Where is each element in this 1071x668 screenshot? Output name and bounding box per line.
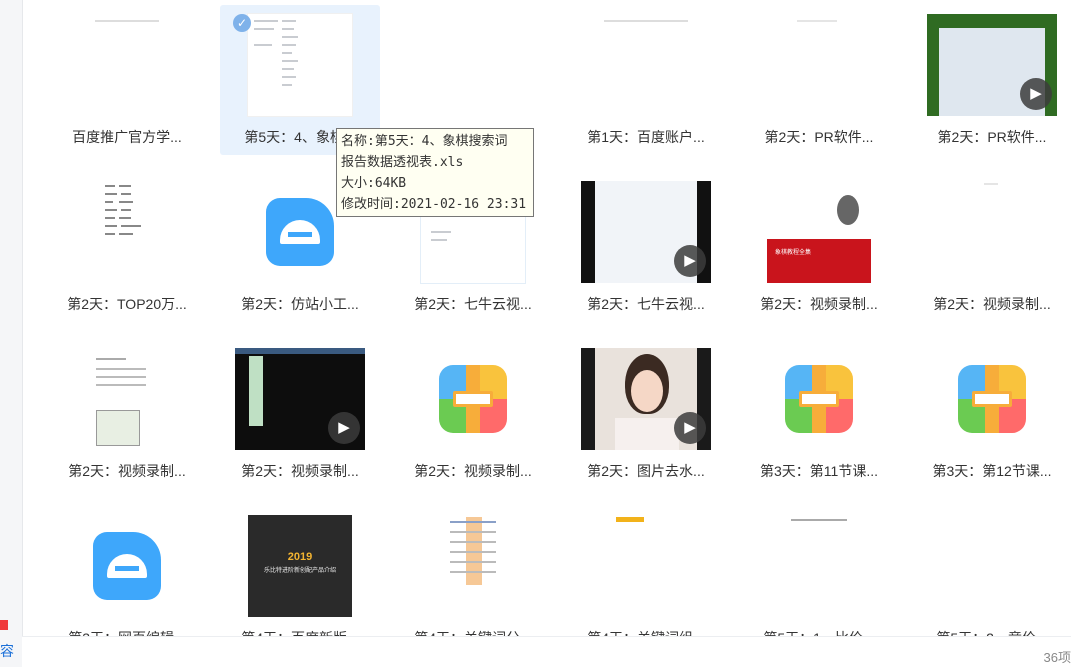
thumbnail-text: 2019 [287,551,313,563]
file-name: 第1天：百度账户... [587,129,705,145]
file-tile[interactable]: 第2天：TOP20万... [47,172,207,322]
app-file-icon [266,198,334,266]
tooltip-size: 大小:64KB [341,176,407,191]
file-tile[interactable]: 第5天：2、竞价... [912,506,1071,636]
file-thumbnail [57,180,197,284]
file-name: 第2天：七牛云视... [414,296,532,312]
file-name: 第2天：仿站小工... [241,296,359,312]
file-name: 第2天：七牛云视... [587,296,705,312]
file-tile[interactable]: 第3天：第11节课... [739,339,899,489]
file-thumbnail: ▶ [922,13,1062,117]
file-thumbnail [749,13,889,117]
file-grid: 百度推广官方学... ✓ 第5天：4、象棋... 第1天：百度账户... 第2天… [0,0,1071,636]
file-name: 第2天：TOP20万... [67,296,187,312]
file-thumbnail [57,13,197,117]
video-play-icon: ▶ [328,412,360,444]
file-thumbnail: 2019 乐比特进阶新创配产品介绍 [230,514,370,618]
item-count: 36项 [1043,650,1071,665]
file-name: 第2天：视频录制... [760,296,878,312]
file-thumbnail [403,347,543,451]
file-tile[interactable]: ▶ 第2天：图片去水... [566,339,726,489]
app-file-icon [93,532,161,600]
selected-check-icon[interactable]: ✓ [233,14,251,32]
file-thumbnail [922,347,1062,451]
file-name: 第2天：图片去水... [587,463,705,479]
file-thumbnail [749,347,889,451]
file-tile[interactable]: 第3天：网页编辑... [47,506,207,636]
file-tile[interactable]: ▶ 第2天：PR软件... [912,5,1071,155]
video-play-icon: ▶ [674,412,706,444]
thumbnail-text: 乐比特进阶新创配产品介绍 [263,568,336,574]
archive-icon [785,365,853,433]
file-thumbnail [403,13,543,117]
archive-icon [439,365,507,433]
thumbnail-text: 象棋教程全集 [775,250,812,256]
file-thumbnail [749,514,889,618]
file-tile[interactable]: 象棋教程全集 第2天：视频录制... [739,172,899,322]
file-tile[interactable]: 第5天：1、比价... [739,506,899,636]
file-tile[interactable]: 第4天：关键词组... [566,506,726,636]
status-bar: 36项 [22,636,1071,668]
file-name: 第4天：关键词分... [393,628,553,636]
file-thumbnail: 象棋教程全集 [749,180,889,284]
file-tile[interactable]: ▶ 第2天：七牛云视... [566,172,726,322]
file-thumbnail [57,514,197,618]
sidebar-clipped-label[interactable]: 容 [0,641,14,661]
file-tile[interactable]: 第2天：视频录制... [912,172,1071,322]
file-tile[interactable]: 第3天：第12节课... [912,339,1071,489]
file-tile[interactable]: 第2天：视频录制... [47,339,207,489]
file-thumbnail [57,347,197,451]
file-tile[interactable]: 2019 乐比特进阶新创配产品介绍 第4天：百度新版... [220,506,380,636]
file-tile[interactable]: 百度推广官方学... [47,5,207,155]
file-tile[interactable]: 第1天：百度账户... [566,5,726,155]
file-name: 第2天：视频录制... [414,463,532,479]
file-name: 第3天：第12节课... [932,463,1052,479]
file-info-tooltip: 名称:第5天：4、象棋搜索词 报告数据透视表.xls 大小:64KB 修改时间:… [336,128,534,217]
file-thumbnail [576,514,716,618]
tooltip-name-cont: 报告数据透视表.xls [341,155,464,170]
file-name: 第3天：第11节课... [760,463,878,479]
archive-icon [958,365,1026,433]
tooltip-modified: 修改时间:2021-02-16 23:31 [341,197,527,212]
file-name: 第4天：关键词组... [566,628,726,636]
file-thumbnail [230,13,370,117]
file-name: 第2天：视频录制... [68,463,186,479]
file-thumbnail [576,13,716,117]
file-name: 第2天：PR软件... [764,129,874,145]
file-name: 第5天：1、比价... [739,628,899,636]
file-thumbnail: ▶ [230,347,370,451]
file-tile[interactable]: 第2天：视频录制... [393,339,553,489]
file-name: 第3天：网页编辑... [47,628,207,636]
file-tile[interactable]: ▶ 第2天：视频录制... [220,339,380,489]
video-play-icon: ▶ [674,245,706,277]
file-name: 第4天：百度新版... [220,628,380,636]
file-thumbnail: ▶ [576,347,716,451]
file-name: 第2天：视频录制... [241,463,359,479]
file-thumbnail: ▶ [576,180,716,284]
file-tile[interactable]: 第2天：PR软件... [739,5,899,155]
video-play-icon: ▶ [1020,78,1052,110]
file-name: 第2天：PR软件... [937,129,1047,145]
file-name: 第5天：2、竞价... [912,628,1071,636]
file-name: 百度推广官方学... [72,129,182,145]
file-thumbnail [922,180,1062,284]
file-name: 第2天：视频录制... [933,296,1051,312]
file-thumbnail [403,514,543,618]
file-tile[interactable]: 第4天：关键词分... [393,506,553,636]
file-thumbnail [922,514,1062,618]
tooltip-name: 名称:第5天：4、象棋搜索词 [341,134,508,149]
